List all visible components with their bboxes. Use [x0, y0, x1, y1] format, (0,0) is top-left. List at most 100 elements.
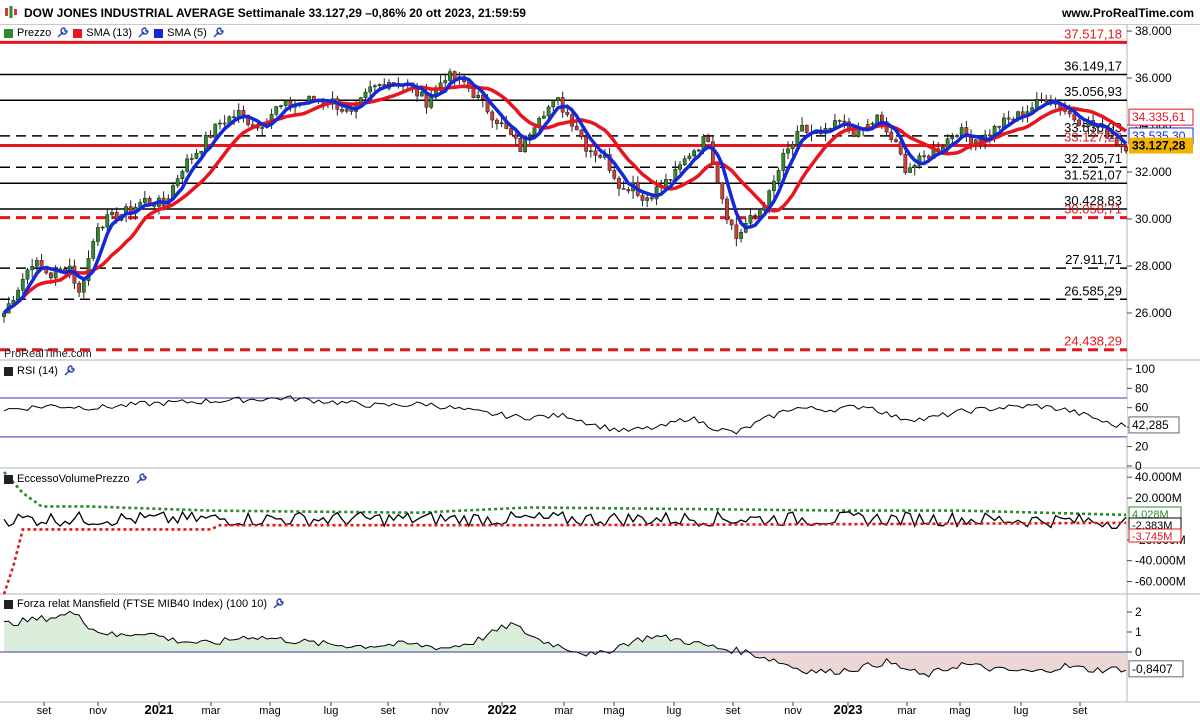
time-axis-label: set: [381, 705, 396, 717]
candle-body: [185, 158, 189, 172]
candle-body: [340, 109, 344, 112]
candle-body: [640, 195, 645, 201]
candle-body: [950, 136, 955, 140]
time-axis-label: nov: [89, 705, 107, 717]
candle-body: [903, 153, 908, 173]
candle-body: [997, 125, 1002, 128]
mansfield-axis-label: 0: [1135, 645, 1142, 659]
volume-axis-label: 40.000M: [1135, 470, 1182, 484]
candle-body: [837, 120, 842, 122]
candle-body: [959, 127, 964, 136]
legend-swatch: [73, 28, 83, 38]
legend-label: SMA (5): [167, 27, 207, 39]
candle-body: [621, 188, 626, 190]
wrench-icon[interactable]: [134, 472, 148, 486]
time-axis-label: mag: [949, 705, 970, 717]
candle-body: [800, 124, 804, 132]
legend-swatch: [154, 28, 164, 38]
candle-body: [490, 111, 495, 121]
level-label: 24.438,29: [1064, 334, 1122, 349]
candle-body: [912, 165, 917, 168]
candle-body: [110, 212, 114, 215]
mansfield-positive-area: [4, 611, 1126, 652]
volume-axis-label: -40.000M: [1135, 554, 1186, 568]
rsi-axis-label: 60: [1135, 401, 1149, 415]
level-label: 36.149,17: [1064, 59, 1122, 74]
candle-body: [1124, 146, 1128, 152]
candle-body: [668, 179, 673, 181]
candle-body: [142, 197, 147, 203]
rsi-last-value: 42,285: [1132, 418, 1169, 432]
wrench-icon[interactable]: [62, 364, 76, 378]
candle-body: [236, 109, 241, 118]
candle-body: [175, 178, 180, 186]
candle-body: [795, 131, 800, 145]
candle-body: [368, 86, 373, 93]
mansfield-legend: Forza relat Mansfield (FTSE MIB40 Index)…: [4, 597, 285, 611]
candle-body: [213, 123, 218, 138]
chart-canvas[interactable]: 37.517,1836.149,1735.056,9333.536,9333.1…: [0, 0, 1200, 720]
candle-body: [363, 91, 368, 98]
candle-body: [189, 158, 194, 160]
candle-body: [476, 94, 481, 98]
candle-body: [208, 135, 213, 138]
candle-body: [757, 210, 762, 217]
rsi-swatch: [4, 366, 13, 376]
candle-body: [715, 162, 720, 184]
candle-body: [645, 197, 650, 201]
candle-body: [241, 109, 246, 116]
wrench-icon[interactable]: [271, 597, 285, 611]
time-axis-label: mar: [202, 705, 221, 717]
candle-body: [344, 108, 349, 112]
candle-body: [1077, 119, 1081, 126]
candle-body: [706, 136, 711, 142]
time-axis-label: lug: [667, 705, 682, 717]
candle-body: [199, 150, 204, 154]
candle-body: [30, 266, 35, 271]
wrench-icon[interactable]: [211, 26, 225, 40]
mansfield-axis-label: 2: [1135, 605, 1142, 619]
candle-body: [739, 231, 743, 239]
candle-body: [546, 106, 551, 117]
candle-body: [753, 215, 758, 217]
level-label: 31.521,07: [1064, 167, 1122, 182]
volume-lower-line: [2, 521, 1126, 595]
level-label: 27.911,71: [1065, 252, 1122, 267]
candle-body: [49, 272, 53, 279]
candle-body: [551, 100, 556, 108]
candle-body: [222, 122, 227, 125]
price-axis-label: 38.000: [1135, 24, 1172, 38]
candle-body: [283, 100, 288, 106]
candle-body: [448, 71, 452, 81]
candle-body: [565, 111, 570, 115]
candle-body: [790, 144, 795, 150]
rsi-axis-label: 100: [1135, 362, 1155, 376]
candle-body: [495, 119, 499, 125]
candle-body: [725, 198, 729, 221]
time-axis-label: set: [37, 705, 52, 717]
candle-body: [692, 150, 696, 157]
candle-body: [513, 134, 518, 139]
wrench-icon[interactable]: [55, 26, 69, 40]
price-axis-label: 30.000: [1135, 212, 1172, 226]
candle-body: [1039, 99, 1044, 101]
candle-body: [879, 114, 884, 122]
candle-body: [922, 155, 927, 157]
candle-body: [588, 150, 593, 153]
candle-body: [1006, 117, 1011, 120]
candle-body: [593, 150, 598, 156]
candle-body: [649, 197, 654, 200]
candle-body: [518, 138, 523, 152]
candle-body: [664, 179, 668, 187]
candle-body: [1067, 111, 1072, 115]
candle-body: [626, 189, 631, 192]
level-label: 30.058,71: [1064, 202, 1122, 217]
candle-body: [556, 97, 560, 101]
candle-body: [908, 167, 912, 173]
candle-body: [429, 96, 434, 108]
candle-body: [105, 214, 110, 228]
candle-body: [91, 241, 96, 259]
price-legend: Prezzo SMA (13) SMA (5): [4, 26, 225, 40]
wrench-icon[interactable]: [136, 26, 150, 40]
time-axis-label: mag: [259, 705, 280, 717]
